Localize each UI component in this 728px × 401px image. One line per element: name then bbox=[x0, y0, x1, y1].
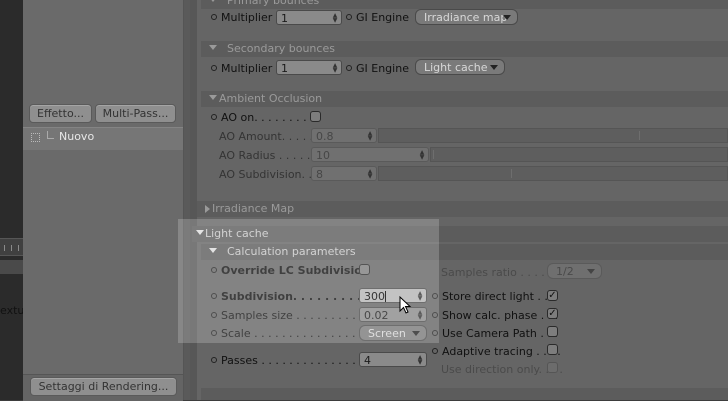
show-calc-phase-label: Show calc. phase . . . bbox=[432, 309, 558, 322]
override-lc-checkbox[interactable] bbox=[359, 264, 370, 275]
section-title: Irradiance Map bbox=[212, 202, 295, 215]
secondary-multiplier-label: Multiplier bbox=[211, 62, 272, 75]
secondary-multiplier-input[interactable]: 1 ▲ ▼ bbox=[276, 60, 342, 75]
panel-rim bbox=[190, 0, 197, 400]
primary-multiplier-label: Multiplier bbox=[211, 11, 272, 24]
ao-on-label: AO on. . . . . . . . . . bbox=[211, 111, 321, 124]
ao-radius-label: AO Radius . . . . . bbox=[219, 149, 311, 162]
ao-on-checkbox[interactable] bbox=[310, 111, 321, 122]
bullet-icon bbox=[211, 357, 217, 363]
ao-radius-slider[interactable] bbox=[430, 147, 728, 162]
tree-line-icon bbox=[47, 131, 54, 139]
show-calc-phase-checkbox[interactable]: ✓ bbox=[547, 308, 558, 319]
bullet-icon bbox=[211, 312, 217, 318]
timeline-bar bbox=[0, 260, 23, 274]
section-title: Secondary bounces bbox=[227, 42, 335, 55]
samples-ratio-label: Samples ratio . . . . . . bbox=[441, 266, 559, 279]
spinner-icon[interactable]: ▲ ▼ bbox=[417, 355, 423, 366]
section-calculation-parameters[interactable]: Calculation parameters bbox=[201, 244, 728, 260]
samples-ratio-dropdown[interactable]: 1/2 bbox=[547, 263, 602, 279]
bullet-icon bbox=[432, 293, 438, 299]
next-section-header[interactable] bbox=[201, 388, 728, 400]
collapse-triangle-icon[interactable] bbox=[196, 230, 204, 235]
spinner-icon[interactable]: ▲ ▼ bbox=[417, 310, 423, 321]
primary-multiplier-input[interactable]: 1 ▲ ▼ bbox=[276, 10, 342, 25]
collapse-triangle-icon[interactable] bbox=[209, 0, 217, 2]
collapse-triangle-icon[interactable] bbox=[209, 45, 217, 50]
ao-amount-label: AO Amount. . . . . bbox=[219, 130, 314, 143]
samples-size-label: Samples size . . . . . . . . . . . bbox=[211, 309, 370, 322]
dropdown-arrow-icon bbox=[412, 331, 420, 336]
bullet-icon bbox=[211, 293, 217, 299]
secondary-gi-engine-dropdown[interactable]: Light cache bbox=[415, 59, 505, 75]
use-camera-path-checkbox[interactable] bbox=[547, 326, 558, 337]
viewport-edge: extur bbox=[0, 0, 29, 400]
bullet-icon bbox=[346, 65, 352, 71]
section-ambient-occlusion[interactable]: Ambient Occlusion bbox=[201, 91, 728, 107]
section-irradiance-map[interactable]: Irradiance Map bbox=[197, 201, 728, 217]
bullet-icon bbox=[346, 14, 352, 20]
passes-label: Passes . . . . . . . . . . . . . . . . .… bbox=[211, 354, 384, 367]
bullet-icon bbox=[432, 312, 438, 318]
timeline-ruler bbox=[0, 238, 23, 256]
use-direction-only-checkbox[interactable] bbox=[547, 362, 558, 373]
adaptive-tracing-label: Adaptive tracing . . . . bbox=[432, 345, 561, 358]
collapse-triangle-icon[interactable] bbox=[209, 95, 217, 100]
spinner-icon[interactable]: ▲ ▼ bbox=[332, 63, 338, 74]
section-title: Ambient Occlusion bbox=[219, 92, 323, 105]
bullet-icon bbox=[211, 114, 217, 120]
spinner-icon[interactable]: ▲ ▼ bbox=[417, 291, 423, 302]
multipass-button[interactable]: Multi-Pass... bbox=[95, 104, 176, 123]
adaptive-tracing-checkbox[interactable] bbox=[547, 344, 558, 355]
collapse-triangle-icon[interactable] bbox=[209, 248, 217, 253]
primary-gi-engine-label: GI Engine bbox=[346, 11, 409, 24]
effects-button[interactable]: Effetto... bbox=[29, 104, 92, 123]
override-lc-label: Override LC Subdivision bbox=[211, 264, 370, 277]
use-direction-only-label: Use direction only. . . . bbox=[441, 363, 563, 376]
samples-size-input[interactable]: 0.02 ▲ ▼ bbox=[359, 307, 427, 322]
store-direct-light-label: Store direct light . . . bbox=[432, 290, 555, 303]
dropdown-arrow-icon bbox=[490, 65, 498, 70]
spinner-icon[interactable]: ▲ ▼ bbox=[367, 131, 373, 142]
render-settings-button[interactable]: Settaggi di Rendering... bbox=[30, 377, 177, 396]
section-title: Primary bounces bbox=[227, 0, 320, 7]
primary-gi-engine-dropdown[interactable]: Irradiance map bbox=[415, 9, 518, 25]
section-primary-bounces[interactable]: Primary bounces bbox=[201, 0, 728, 9]
bullet-icon bbox=[432, 348, 438, 354]
store-direct-light-checkbox[interactable]: ✓ bbox=[547, 290, 558, 301]
expand-icon[interactable] bbox=[31, 133, 40, 142]
scale-label: Scale . . . . . . . . . . . . . . . . . … bbox=[211, 327, 383, 340]
section-title: Light cache bbox=[205, 227, 269, 240]
bullet-icon bbox=[432, 330, 438, 336]
list-item-label: Nuovo bbox=[59, 130, 95, 143]
spinner-icon[interactable]: ▲ ▼ bbox=[419, 150, 425, 161]
scale-dropdown[interactable]: Screen bbox=[359, 325, 427, 341]
ao-subdivision-input[interactable]: 8 ▲ ▼ bbox=[311, 166, 377, 181]
bullet-icon bbox=[211, 14, 217, 20]
ao-amount-input[interactable]: 0.8 ▲ ▼ bbox=[311, 128, 377, 143]
expand-triangle-icon[interactable] bbox=[205, 205, 210, 213]
spinner-icon[interactable]: ▲ ▼ bbox=[332, 13, 338, 24]
dropdown-arrow-icon bbox=[503, 15, 511, 20]
ao-amount-slider[interactable] bbox=[378, 128, 728, 143]
section-light-cache[interactable]: Light cache bbox=[192, 226, 728, 242]
section-secondary-bounces[interactable]: Secondary bounces bbox=[201, 41, 728, 57]
section-title: Calculation parameters bbox=[227, 245, 356, 258]
secondary-gi-engine-label: GI Engine bbox=[346, 62, 409, 75]
ao-subdivision-slider[interactable] bbox=[378, 166, 728, 181]
passes-input[interactable]: 4 ▲ ▼ bbox=[359, 352, 427, 367]
use-camera-path-label: Use Camera Path . . . bbox=[432, 327, 558, 340]
bullet-icon bbox=[211, 65, 217, 71]
mouse-cursor-icon bbox=[399, 296, 412, 314]
bullet-icon bbox=[211, 330, 217, 336]
ao-subdivision-label: AO Subdivision. . . . bbox=[219, 168, 326, 181]
render-settings-list-item[interactable]: Nuovo bbox=[23, 127, 183, 150]
dropdown-arrow-icon bbox=[587, 269, 595, 274]
render-settings-panel: Effetto... Multi-Pass... Nuovo Settaggi … bbox=[23, 0, 184, 401]
bullet-icon bbox=[211, 267, 217, 273]
spinner-icon[interactable]: ▲ ▼ bbox=[367, 169, 373, 180]
ao-radius-input[interactable]: 10 ▲ ▼ bbox=[311, 147, 429, 162]
subdivision-input[interactable]: 300 ▲ ▼ bbox=[359, 288, 427, 303]
